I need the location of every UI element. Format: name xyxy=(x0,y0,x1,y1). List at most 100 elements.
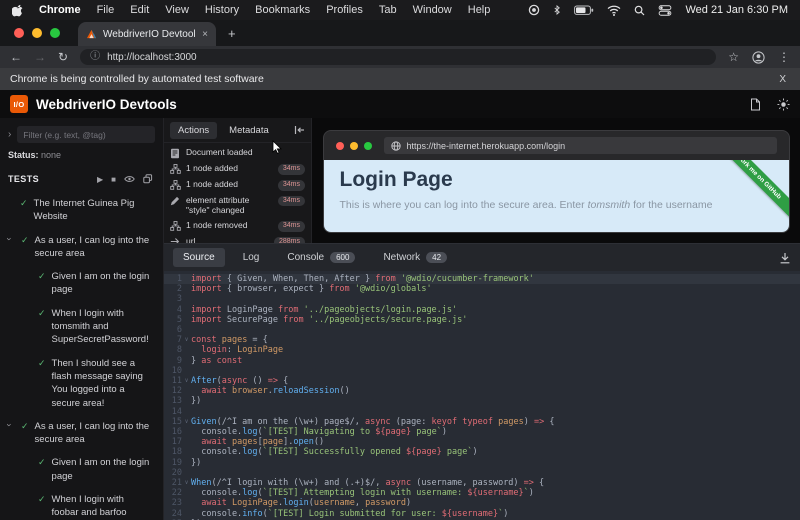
test-step[interactable]: ✓When I login with foobar and barfoo xyxy=(38,488,163,520)
wifi-icon[interactable] xyxy=(607,5,621,16)
gutter-spacer xyxy=(182,366,191,376)
code-token: login xyxy=(201,345,227,355)
test-step[interactable]: ✓Then I should see a flash message sayin… xyxy=(38,352,163,415)
window-controls xyxy=(0,20,74,46)
source-code-editor[interactable]: 1import { Given, When, Then, After } fro… xyxy=(164,271,800,520)
tab-console[interactable]: Console600 xyxy=(277,248,365,267)
menu-item-bookmarks[interactable]: Bookmarks xyxy=(255,4,310,16)
fold-arrow-icon[interactable]: ∨ xyxy=(182,376,191,386)
tab-close-icon[interactable]: × xyxy=(202,29,208,40)
code-token: import xyxy=(191,315,222,325)
code-token: , xyxy=(355,498,365,508)
bluetooth-icon[interactable] xyxy=(553,4,561,16)
fold-arrow-icon[interactable]: ∨ xyxy=(182,417,191,427)
profile-avatar-icon[interactable] xyxy=(752,51,765,64)
search-icon[interactable] xyxy=(634,5,645,16)
chevron-down-icon[interactable]: › xyxy=(6,420,16,429)
menu-item-help[interactable]: Help xyxy=(468,4,491,16)
collapse-panel-icon[interactable] xyxy=(294,125,305,135)
action-item[interactable]: 1 node added34ms xyxy=(164,177,311,193)
theme-toggle-sun-icon[interactable] xyxy=(777,98,790,111)
menu-item-profiles[interactable]: Profiles xyxy=(326,4,363,16)
report-file-icon[interactable] xyxy=(750,98,761,111)
test-scenario[interactable]: ›✓As a user, I can log into the secure a… xyxy=(6,229,163,266)
line-number: 13 xyxy=(164,396,182,406)
control-center-icon[interactable] xyxy=(658,5,672,16)
code-token: from xyxy=(329,284,349,294)
infobar-close-icon[interactable]: X xyxy=(779,74,790,85)
action-item[interactable]: element attribute "style" changed34ms xyxy=(164,193,311,218)
fold-arrow-icon[interactable]: ∨ xyxy=(182,478,191,488)
gutter-spacer xyxy=(182,345,191,355)
screen-record-icon[interactable] xyxy=(528,4,540,16)
menu-item-window[interactable]: Window xyxy=(413,4,452,16)
check-icon: ✓ xyxy=(38,270,46,297)
test-scenario[interactable]: ›✓As a user, I can log into the secure a… xyxy=(6,415,163,452)
browser-tab[interactable]: WebdriverIO Devtools × xyxy=(78,22,216,46)
apple-icon[interactable] xyxy=(12,4,23,17)
download-icon[interactable] xyxy=(779,252,791,264)
code-line: 13}) xyxy=(164,396,800,406)
bookmark-star-icon[interactable]: ☆ xyxy=(728,51,739,63)
window-minimize-button[interactable] xyxy=(32,28,42,38)
address-bar[interactable]: ⓘ http://localhost:3000 xyxy=(80,49,716,65)
code-token: ]. xyxy=(283,437,293,447)
gutter-spacer xyxy=(182,396,191,406)
test-feature[interactable]: ✓The Internet Guinea Pig Website xyxy=(20,192,163,229)
action-label: element attribute "style" changed xyxy=(186,195,273,216)
code-line: 22 console.log(`[TEST] Attempting login … xyxy=(164,488,800,498)
copy-icon[interactable] xyxy=(143,174,153,184)
preview-page-title: Login Page xyxy=(340,168,773,192)
window-close-button[interactable] xyxy=(14,28,24,38)
run-tests-icon[interactable]: ▶ xyxy=(97,175,103,184)
code-token: ) xyxy=(406,498,411,508)
code-line: 2import { browser, expect } from '@wdio/… xyxy=(164,284,800,294)
tab-label: Network xyxy=(383,252,420,263)
menubar-clock[interactable]: Wed 21 Jan 6:30 PM xyxy=(685,4,788,16)
action-item[interactable]: 1 node removed34ms xyxy=(164,218,311,234)
test-label: When I login with foobar and barfoo xyxy=(52,493,153,520)
line-number: 1 xyxy=(164,274,182,284)
tab-metadata[interactable]: Metadata xyxy=(221,122,277,139)
test-step[interactable]: ✓Given I am on the login page xyxy=(38,265,163,302)
chevron-down-icon[interactable]: › xyxy=(6,234,16,243)
tab-log[interactable]: Log xyxy=(233,248,270,267)
code-token: ${page} xyxy=(406,447,442,457)
menu-item-chrome[interactable]: Chrome xyxy=(39,4,81,16)
fold-arrow-icon[interactable]: ∨ xyxy=(182,335,191,345)
app-header: I/O WebdriverIO Devtools xyxy=(0,90,800,119)
menu-item-view[interactable]: View xyxy=(165,4,189,16)
back-icon[interactable]: ← xyxy=(10,51,22,63)
code-token: info xyxy=(242,509,262,519)
menu-item-edit[interactable]: Edit xyxy=(130,4,149,16)
test-step[interactable]: ✓When I login with tomsmith and SuperSec… xyxy=(38,302,163,352)
menu-kebab-icon[interactable]: ⋮ xyxy=(778,51,790,63)
new-tab-button[interactable]: + xyxy=(228,26,236,46)
forward-icon[interactable]: → xyxy=(34,51,46,63)
reload-icon[interactable]: ↻ xyxy=(58,51,68,63)
test-label: Then I should see a flash message saying… xyxy=(52,357,153,410)
stop-tests-icon[interactable]: ■ xyxy=(111,175,116,184)
code-line: 12 await browser.reloadSession() xyxy=(164,386,800,396)
code-token: }) xyxy=(191,396,201,406)
tab-source[interactable]: Source xyxy=(173,248,225,267)
action-item[interactable]: 1 node added34ms xyxy=(164,161,311,177)
line-number: 10 xyxy=(164,366,182,376)
filter-input[interactable] xyxy=(17,126,155,143)
sidebar-expand-chevron-icon[interactable]: › xyxy=(8,130,11,140)
menu-item-history[interactable]: History xyxy=(205,4,239,16)
window-zoom-button[interactable] xyxy=(50,28,60,38)
watch-eye-icon[interactable] xyxy=(124,175,135,183)
battery-icon[interactable] xyxy=(574,5,594,16)
code-token: `[TEST] Login submitted for user: xyxy=(268,509,442,519)
tab-actions[interactable]: Actions xyxy=(170,122,217,139)
line-number: 17 xyxy=(164,437,182,447)
code-token: keyof xyxy=(432,417,458,427)
menu-item-file[interactable]: File xyxy=(97,4,115,16)
action-item[interactable]: Document loaded xyxy=(164,145,311,161)
test-step[interactable]: ✓Given I am on the login page xyxy=(38,451,163,488)
tab-network[interactable]: Network42 xyxy=(373,248,457,267)
menu-item-tab[interactable]: Tab xyxy=(379,4,397,16)
action-item[interactable]: url288ms xyxy=(164,234,311,244)
site-info-icon[interactable]: ⓘ xyxy=(90,52,100,62)
